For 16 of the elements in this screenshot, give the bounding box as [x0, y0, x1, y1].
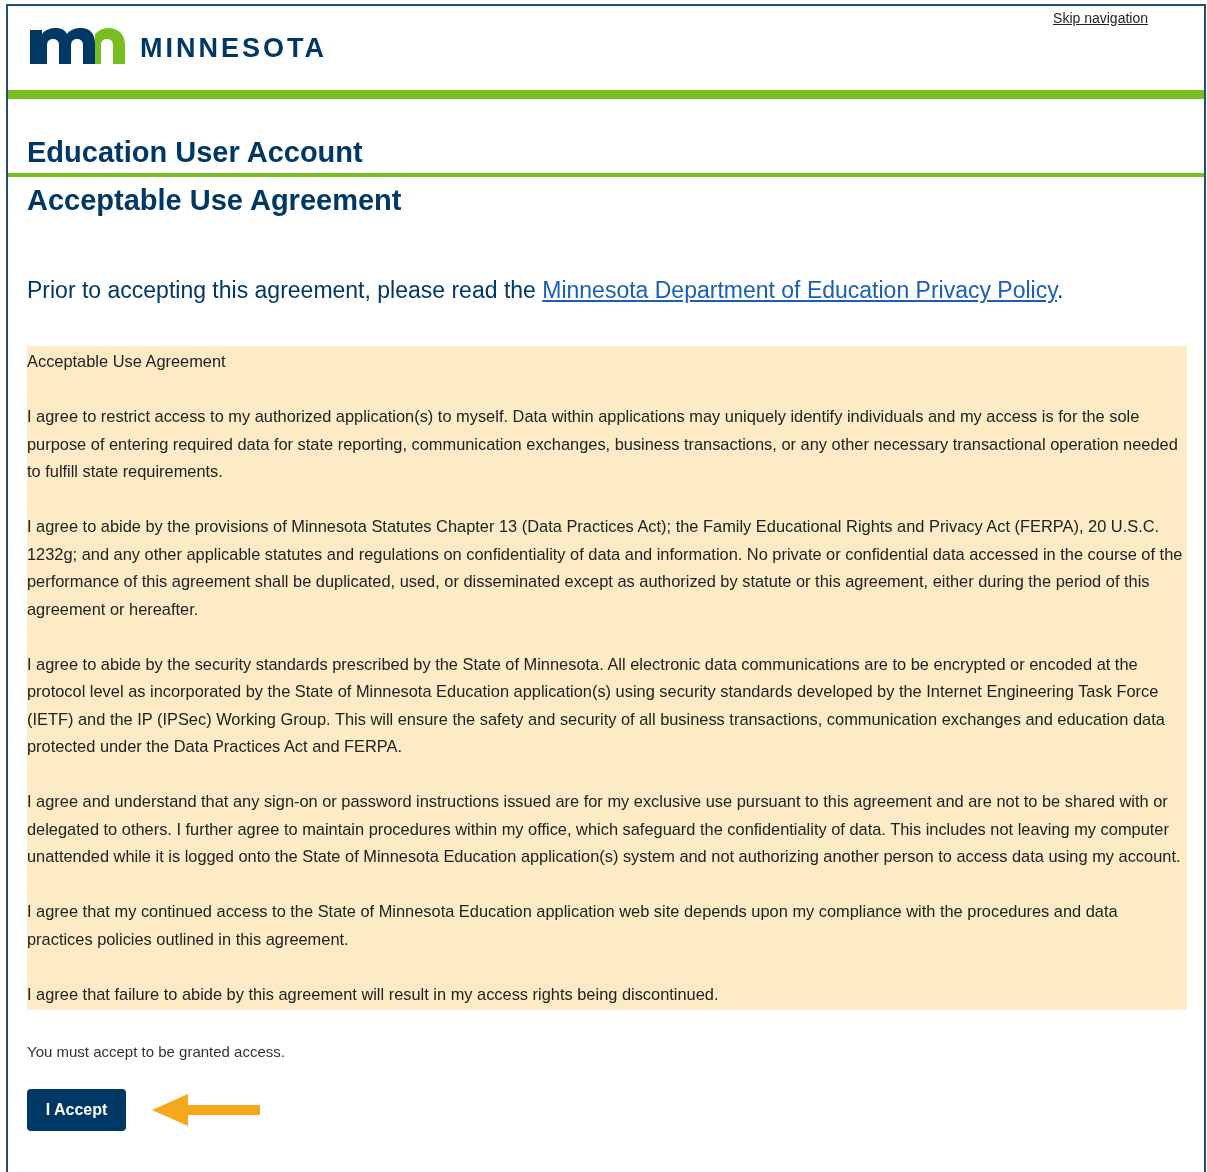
agreement-paragraph: I agree and understand that any sign-on or password instructions issued are for my exclusive use pursuant to this agreement and are not to be shared with or delegated to others. I further agree to maintain procedures within my office, which safeguard the confidentiality of data. This includes not leaving my computer unattended while it is logged onto the State of Minnesota Education application(s) system and not authorizing another person to access data using my account.	[27, 791, 1182, 867]
notice-text: You must accept to be granted access.	[27, 1042, 286, 1062]
intro-text: Prior to accepting this agreement, please read the Minnesota Department of Education Privacy Policy.	[27, 276, 1065, 305]
privacy-policy-link[interactable]: Minnesota Department of Education Privacy Policy	[542, 277, 1057, 303]
skip-navigation-link[interactable]: Skip navigation	[1053, 8, 1148, 29]
agreement-paragraph: I agree that failure to abide by this agreement will result in my access rights being discontinued.	[27, 983, 720, 1005]
agreement-paragraph: I agree to abide by the provisions of Minnesota Statutes Chapter 13 (Data Practices Act); the Family Educational Rights and Privacy Act (FERPA), 20 U.S.C. 1232g; and any other applicable statutes and regulations on confidentiality of data and information. No private or confidential data accessed in the course of the performance of this agreement shall be duplicated, used, or disseminated except as authorized by statute or this agreement, either during the period of this agreement or hereafter.	[27, 516, 1184, 620]
agreement-paragraph: I agree to abide by the security standards prescribed by the State of Minnesota. All electronic data communications are to be encrypted or encoded at the protocol level as incorporated by the State of Minnesota Education application(s) using security standards developed by the Internet Engineering Task Force (IETF) and the IP (IPSec) Working Group. This will ensure the safety and security of all business transactions, communication exchanges and education data protected under the Data Practices Act and FERPA.	[27, 653, 1166, 757]
page-title: Education User Account	[27, 135, 364, 170]
accept-button[interactable]: I Accept	[27, 1089, 126, 1131]
arrow-icon	[150, 1092, 262, 1128]
agreement-paragraph: I agree to restrict access to my authorized application(s) to myself. Data within applications may uniquely identify individuals and my access is for the sole purpose of entering required data for state reporting, communication exchanges, business transactions, or any other necessary transactional operation needed to fulfill state requirements.	[27, 406, 1179, 482]
agreement-paragraph: I agree that my continued access to the State of Minnesota Education application web site depends upon my compliance with the procedures and data practices policies outlined in this agreement.	[27, 901, 1119, 950]
agreement-title: Acceptable Use Agreement	[27, 351, 227, 372]
section-title: Acceptable Use Agreement	[27, 183, 403, 218]
logo-text: MINNESOTA	[140, 32, 327, 65]
